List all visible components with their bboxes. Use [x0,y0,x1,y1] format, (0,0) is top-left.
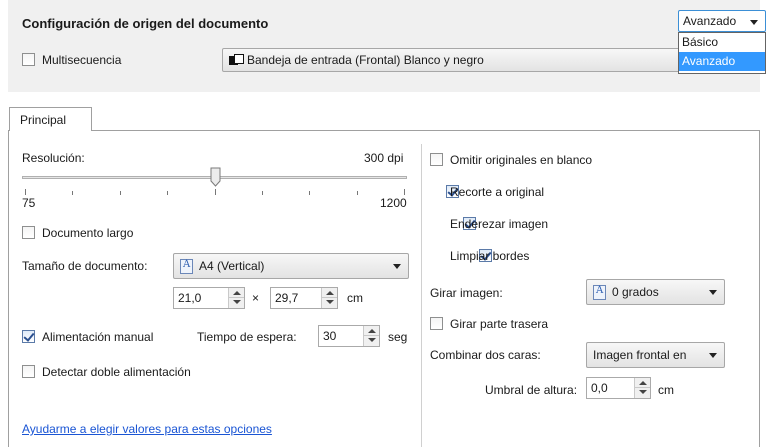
source-select[interactable]: Bandeja de entrada (Frontal) Blanco y ne… [222,48,692,72]
manual-feed-label: Alimentación manual [42,330,154,344]
arrow-down-icon [368,338,376,342]
height-stepper[interactable]: 29,7 [270,287,338,309]
width-value: 21,0 [178,291,202,305]
width-spin-buttons[interactable] [228,288,244,308]
timeout-unit: seg [388,330,408,344]
scanner-source-icon [229,54,244,66]
height-threshold-label: Umbral de altura: [485,383,578,397]
slider-tick [167,191,169,195]
timeout-spin-buttons[interactable] [363,326,379,346]
arrow-down-icon [233,300,241,304]
help-link[interactable]: Ayudarme a elegir valores para estas opc… [22,422,272,436]
double-feed-checkbox[interactable] [22,365,35,378]
mode-select-value: Avanzado [683,14,737,28]
height-threshold-unit: cm [658,383,674,397]
rotate-back-checkbox[interactable] [430,317,443,330]
page-orientation-icon [593,284,606,300]
combine-select[interactable]: Imagen frontal en [586,342,725,368]
slider-tick [119,191,121,195]
times-symbol: × [252,291,260,305]
double-feed-label: Detectar doble alimentación [42,365,191,379]
arrow-down-icon [326,300,334,304]
height-threshold-value: 0,0 [591,381,608,395]
arrow-down-icon [639,390,647,394]
source-select-value: Bandeja de entrada (Frontal) Blanco y ne… [247,53,484,67]
arrow-up-icon [639,381,647,385]
slider-max-label: 1200 [380,196,407,210]
slider-tick [404,189,405,195]
straighten-label: Enderezar imagen [450,217,549,231]
chevron-down-icon [750,20,758,25]
height-value: 29,7 [275,291,299,305]
skip-blank-label: Omitir originales en blanco [450,153,593,167]
doc-size-value: A4 (Vertical) [199,259,265,273]
chevron-down-icon [709,353,717,358]
skip-blank-checkbox[interactable] [430,153,443,166]
size-unit-label: cm [347,291,363,305]
rotate-select[interactable]: 0 grados [586,279,725,305]
height-spin-buttons[interactable] [321,288,337,308]
arrow-up-icon [326,291,334,295]
multisequence-checkbox[interactable] [22,53,35,66]
page-title: Configuración de origen del documento [22,16,269,31]
timeout-label: Tiempo de espera: [197,330,297,344]
slider-tick [72,191,74,195]
arrow-up-icon [368,329,376,333]
chevron-down-icon [393,264,401,269]
manual-feed-checkbox[interactable] [22,330,35,343]
slider-tick [214,189,216,195]
timeout-value: 30 [323,329,337,343]
mode-option-basico[interactable]: Básico [679,33,765,52]
chevron-down-icon [709,290,717,295]
slider-tick [261,191,263,195]
header-band [8,0,760,92]
combine-value: Imagen frontal en [593,348,687,362]
slider-tick [356,191,358,195]
slider-tick [25,189,26,195]
resolution-label: Resolución: [22,151,85,165]
long-doc-checkbox[interactable] [22,226,35,239]
rotate-label: Girar imagen: [430,286,503,300]
tab-principal[interactable]: Principal [9,107,92,131]
timeout-stepper[interactable]: 30 [318,325,380,347]
rotate-value: 0 grados [612,285,659,299]
combine-label: Combinar dos caras: [430,348,541,362]
mode-option-avanzado[interactable]: Avanzado [679,52,765,71]
resolution-value: 300 dpi [364,151,404,165]
resolution-slider-thumb[interactable] [210,167,221,187]
long-doc-label: Documento largo [42,226,134,240]
height-threshold-stepper[interactable]: 0,0 [586,377,651,399]
doc-size-select[interactable]: A4 (Vertical) [173,253,409,279]
page-orientation-icon [180,258,193,274]
column-divider [421,144,422,447]
clean-edges-label: Limpiar bordes [450,249,530,263]
height-threshold-spin-buttons[interactable] [634,378,650,398]
crop-label: Recorte a original [450,185,545,199]
width-stepper[interactable]: 21,0 [173,287,245,309]
rotate-back-label: Girar parte trasera [450,317,549,331]
mode-select[interactable]: Avanzado [678,10,766,32]
doc-size-label: Tamaño de documento: [22,259,148,273]
mode-dropdown-list: Básico Avanzado [678,32,766,74]
slider-min-label: 75 [22,196,36,210]
slider-tick [309,191,311,195]
multisequence-label: Multisecuencia [42,53,122,67]
arrow-up-icon [233,291,241,295]
